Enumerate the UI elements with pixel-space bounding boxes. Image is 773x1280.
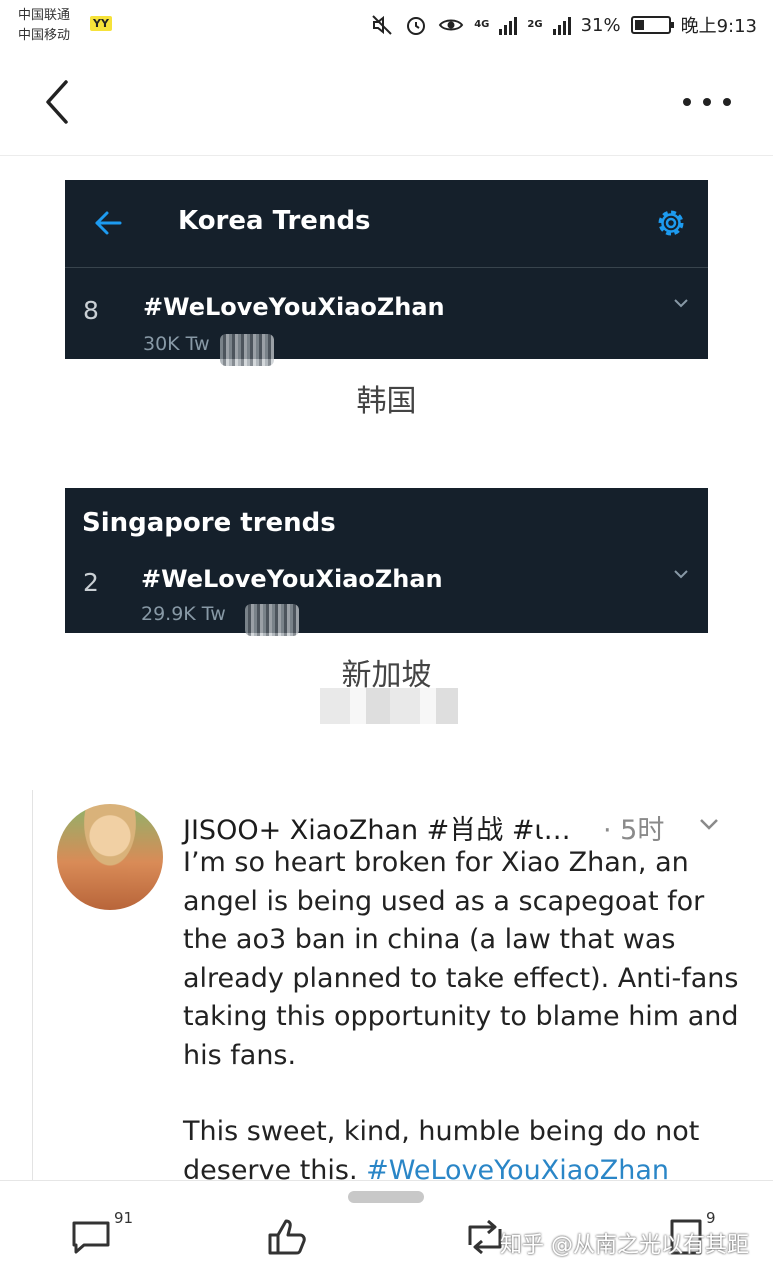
tweet-count: 30K Tw <box>143 333 210 355</box>
alarm-icon <box>407 17 426 35</box>
tweet-paragraph-2: This sweet, kind, humble being do not de… <box>183 1113 743 1190</box>
mute-icon <box>372 15 392 35</box>
tweet-timestamp: · 5时 <box>603 815 665 846</box>
tweet-count: 29.9K Tw <box>141 603 226 625</box>
battery-icon <box>630 16 674 34</box>
chevron-down-icon[interactable] <box>698 816 720 832</box>
tweet-paragraph-1: I’m so heart broken for Xiao Zhan, an an… <box>183 847 739 1071</box>
arrow-left-icon <box>95 211 122 235</box>
status-icons: 4G 2G 31% 晚上9:13 <box>370 10 757 40</box>
carrier-labels: 中国联通 中国移动 <box>18 6 70 46</box>
network-type-2: 2G <box>527 19 543 30</box>
back-button[interactable] <box>36 74 84 130</box>
zhihu-watermark: 知乎 @从南之光以有其距 <box>500 1233 749 1258</box>
trend-hashtag: #WeLoveYouXiaoZhan <box>141 565 443 593</box>
bottom-action-bar: 91 9 知乎 @从南之光以有其距 <box>0 1180 773 1280</box>
singapore-trends-title: Singapore trends <box>82 508 336 538</box>
comment-icon <box>72 1221 110 1254</box>
tweet[interactable]: JISOO+ XiaoZhan #肖战 #ι… · 5时 I’m so hear… <box>32 790 773 1186</box>
gear-icon <box>658 210 684 236</box>
chevron-down-icon <box>674 570 688 579</box>
carrier-2: 中国移动 <box>18 28 71 43</box>
battery-percent: 31% <box>580 14 621 36</box>
more-dot <box>723 98 731 106</box>
eye-icon <box>439 19 464 31</box>
chevron-down-icon <box>674 299 688 308</box>
yy-badge: YY <box>90 16 112 31</box>
trend-hashtag: #WeLoveYouXiaoZhan <box>143 293 445 321</box>
more-dot <box>703 98 711 106</box>
tweet-author-name[interactable]: JISOO+ XiaoZhan #肖战 #ι… <box>183 808 571 847</box>
thumbs-up-icon <box>268 1219 306 1255</box>
signal-icon-1 <box>499 15 518 35</box>
korea-caption: 韩国 <box>356 384 417 419</box>
comment-button[interactable]: 91 <box>70 1209 140 1259</box>
signal-icon-2 <box>552 15 571 35</box>
tweet-body: I’m so heart broken for Xiao Zhan, an an… <box>183 844 743 1190</box>
avatar[interactable] <box>57 804 163 910</box>
comment-count: 91 <box>114 1209 134 1227</box>
like-button[interactable] <box>266 1215 310 1259</box>
status-bar: 中国联通 中国移动 YY 4G 2G 31% 晚上9:13 <box>0 0 773 52</box>
drag-handle[interactable] <box>348 1191 424 1203</box>
korea-trends-screenshot: Korea Trends 8 #WeLoveYouXiaoZhan 30K Tw <box>65 180 708 366</box>
singapore-trends-screenshot: Singapore trends 2 #WeLoveYouXiaoZhan 29… <box>65 488 708 636</box>
more-horizontal-icon <box>683 98 691 106</box>
redaction-smudge <box>220 334 274 366</box>
trend-rank: 2 <box>83 568 99 597</box>
network-type-1: 4G <box>474 19 490 30</box>
trend-rank: 8 <box>83 296 99 325</box>
carrier-1: 中国联通 <box>18 8 71 23</box>
korea-title-bar: Korea Trends <box>65 180 708 268</box>
chevron-left-icon <box>46 80 68 124</box>
battery-fill <box>634 20 645 30</box>
top-nav-bar <box>0 52 773 156</box>
korea-trends-title: Korea Trends <box>178 206 371 236</box>
share-count: 9 <box>706 1209 716 1227</box>
clock: 晚上9:13 <box>680 16 757 37</box>
blurred-watermark <box>320 688 458 724</box>
more-options-button[interactable] <box>679 86 735 116</box>
redaction-smudge <box>245 604 299 636</box>
